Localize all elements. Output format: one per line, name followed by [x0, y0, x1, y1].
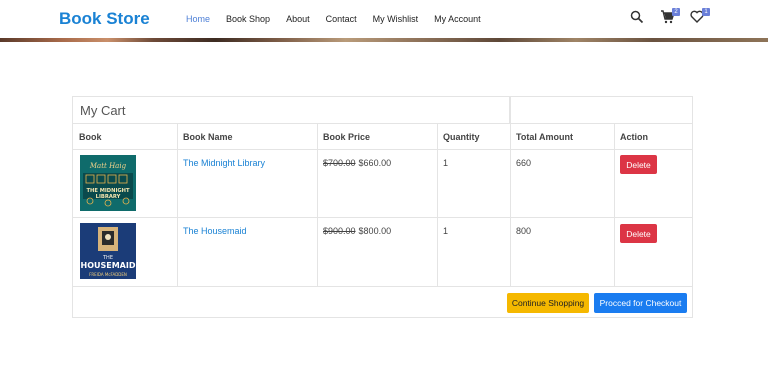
cart-icon[interactable]: 2 [660, 8, 680, 30]
header-icons: 2 1 [630, 8, 720, 30]
column-header-action: Action [614, 123, 692, 149]
quantity: 1 [443, 158, 449, 168]
nav-my-account[interactable]: My Account [434, 14, 481, 24]
column-header-book-price: Book Price [317, 123, 437, 149]
book-cover-housemaid: THE HOUSEMAID FREIDA McFADDEN [80, 223, 136, 279]
nav-my-wishlist[interactable]: My Wishlist [373, 14, 419, 24]
total-amount: 800 [516, 226, 532, 236]
sale-price: $800.00 [358, 226, 392, 236]
svg-text:LIBRARY: LIBRARY [96, 194, 121, 200]
svg-text:HOUSEMAID: HOUSEMAID [81, 261, 136, 270]
nav-book-shop[interactable]: Book Shop [226, 14, 270, 24]
brand-logo[interactable]: Book Store [59, 9, 150, 29]
svg-text:FREIDA McFADDEN: FREIDA McFADDEN [89, 272, 127, 277]
book-price: $900.00 $800.00 [323, 226, 391, 236]
column-header-quantity: Quantity [437, 123, 510, 149]
original-price: $900.00 [323, 226, 356, 236]
delete-button[interactable]: Delete [620, 155, 657, 174]
delete-button[interactable]: Delete [620, 224, 657, 243]
quantity: 1 [443, 226, 449, 236]
column-divider [614, 123, 615, 286]
column-header-total-amount: Total Amount [510, 123, 614, 149]
column-divider [317, 123, 318, 286]
sale-price: $660.00 [358, 158, 392, 168]
search-icon[interactable] [630, 10, 650, 30]
continue-shopping-button[interactable]: Continue Shopping [507, 293, 589, 313]
column-divider [437, 123, 438, 286]
main-nav: Home Book Shop About Contact My Wishlist… [186, 14, 497, 24]
original-price: $700.00 [323, 158, 356, 168]
column-header-book-name: Book Name [177, 123, 317, 149]
column-header-book: Book [73, 123, 177, 149]
book-cover-midnight-library: Matt Haig THE MIDNIGHT LIBRARY [80, 155, 136, 211]
nav-home[interactable]: Home [186, 14, 210, 24]
svg-text:Matt Haig: Matt Haig [89, 162, 127, 170]
wishlist-heart-icon[interactable]: 1 [690, 8, 710, 30]
book-name-link[interactable]: The Housemaid [183, 226, 247, 236]
cart-count-badge: 2 [672, 8, 680, 16]
book-name-link[interactable]: The Midnight Library [183, 158, 265, 168]
total-amount: 660 [516, 158, 532, 168]
banner-strip [0, 38, 768, 42]
cart-title-row: My Cart [73, 97, 510, 123]
row-divider [73, 217, 692, 218]
column-divider [510, 97, 511, 286]
cart-title: My Cart [80, 103, 126, 118]
row-divider [73, 149, 692, 150]
wishlist-count-badge: 1 [702, 8, 710, 16]
nav-about[interactable]: About [286, 14, 310, 24]
site-header: Book Store Home Book Shop About Contact … [0, 0, 768, 40]
row-divider [73, 286, 692, 287]
book-price: $700.00 $660.00 [323, 158, 391, 168]
checkout-button[interactable]: Procced for Checkout [594, 293, 687, 313]
column-divider [177, 123, 178, 286]
cart-table: My Cart Book Book Name Book Price Quanti… [72, 96, 693, 318]
nav-contact[interactable]: Contact [326, 14, 357, 24]
